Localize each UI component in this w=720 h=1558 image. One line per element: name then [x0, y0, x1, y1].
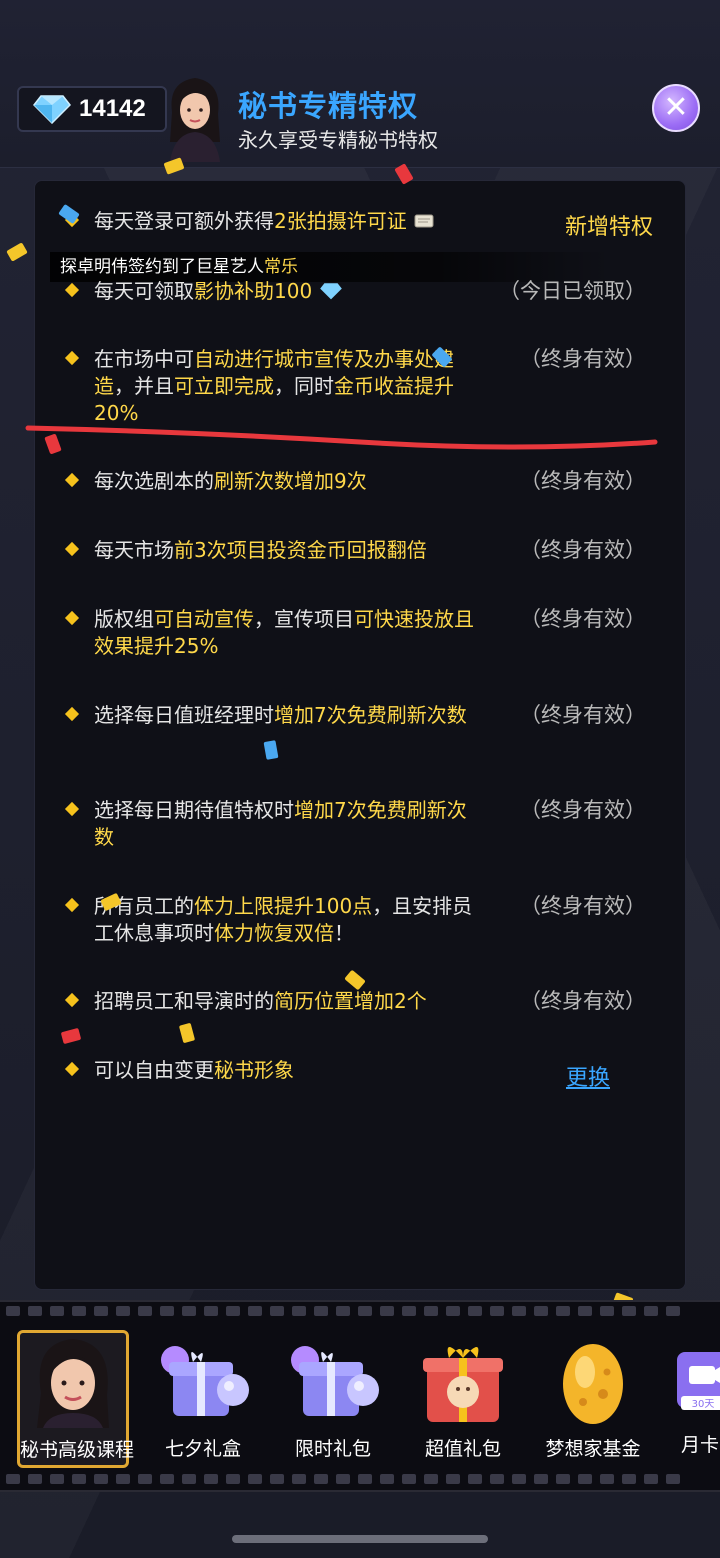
privilege-text: 招聘员工和导演时的简历位置增加2个 [94, 989, 427, 1013]
status-label: （终身有效） [520, 538, 646, 562]
tab-qixi-gift-box[interactable]: 七夕礼盒 [147, 1332, 259, 1462]
red-gift-box-icon [423, 1347, 503, 1422]
privilege-text: 所有员工的体力上限提升100点，且安排员工休息事项时体力恢复双倍！ [94, 894, 473, 945]
status-label: （终身有效） [520, 469, 646, 493]
tab-label: 月卡 [681, 1434, 720, 1456]
privilege-text: 选择每日值班经理时增加7次免费刷新次数 [94, 703, 467, 727]
privilege-text: 每次选剧本的刷新次数增加9次 [94, 469, 367, 493]
diamond-icon [319, 283, 342, 300]
close-icon: ✕ [663, 90, 689, 125]
gift-box-balloons-icon [291, 1346, 379, 1416]
status-label: （终身有效） [520, 798, 646, 822]
tab-month-card[interactable]: 30天 月卡 [667, 1332, 720, 1462]
status-label: （终身有效） [520, 703, 646, 727]
scroll-ticket-icon [414, 214, 434, 228]
tab-dreamer-fund[interactable]: 梦想家基金 [537, 1332, 649, 1462]
privilege-text: 选择每日期待值特权时增加7次免费刷新次数 [94, 798, 467, 849]
page-title: 秘书专精特权 [238, 89, 419, 123]
status-label: （终身有效） [520, 347, 646, 371]
tab-label: 秘书高级课程 [20, 1439, 135, 1461]
privilege-text: 每天可领取影协补助100 [94, 278, 484, 305]
privilege-text: 每天登录可额外获得2张拍摄许可证 [94, 208, 514, 235]
status-label: （终身有效） [520, 607, 646, 631]
month-card-icon: 30天 [677, 1352, 720, 1410]
film-holes-bottom [0, 1474, 720, 1486]
privilege-text: 每天市场前3次项目投资金币回报翻倍 [94, 538, 427, 562]
tab-label: 梦想家基金 [545, 1438, 641, 1460]
status-label: （终身有效） [520, 989, 646, 1013]
diamond-icon [33, 95, 71, 124]
diamond-count: 14142 [79, 95, 146, 122]
tab-label: 七夕礼盒 [164, 1438, 241, 1460]
status-label: （终身有效） [520, 894, 646, 918]
bottom-tab-strip: 秘书高级课程 七夕礼盒 限时礼包 超值礼包 梦想家基金 30天 月卡 [0, 1300, 720, 1492]
home-indicator[interactable] [232, 1535, 488, 1543]
status-label: （今日已领取） [499, 279, 646, 303]
film-holes-top [0, 1306, 720, 1318]
tab-label: 限时礼包 [294, 1438, 371, 1460]
change-secretary-link[interactable]: 更换 [566, 1065, 610, 1092]
tab-limited-gift-pack[interactable]: 限时礼包 [277, 1332, 389, 1462]
tab-label: 超值礼包 [424, 1438, 501, 1460]
privilege-text: 可以自由变更秘书形象 [94, 1058, 294, 1082]
header-bar: 14142 秘书专精特权 永久享受专精秘书特权 ✕ [0, 0, 720, 168]
close-button[interactable]: ✕ [652, 84, 700, 132]
secretary-avatar-icon [37, 1339, 109, 1428]
privilege-text: 版权组可自动宣传，宣传项目可快速投放且效果提升25% [94, 607, 474, 658]
tab-secretary-course[interactable]: 秘书高级课程 [17, 1330, 135, 1468]
page-subtitle: 永久享受专精秘书特权 [238, 128, 438, 152]
red-underline-mark [25, 425, 658, 450]
new-privilege-label: 新增特权 [564, 215, 653, 240]
golden-egg-icon [563, 1344, 623, 1424]
month-card-badge: 30天 [692, 1399, 715, 1410]
diamond-balance[interactable]: 14142 [17, 86, 167, 132]
gift-box-balloons-icon [161, 1346, 249, 1416]
privilege-text: 在市场中可自动进行城市宣传及办事处建造，并且可立即完成，同时金币收益提升20% [94, 347, 454, 425]
tab-value-gift-pack[interactable]: 超值礼包 [407, 1332, 519, 1462]
secretary-avatar-icon [170, 78, 220, 162]
